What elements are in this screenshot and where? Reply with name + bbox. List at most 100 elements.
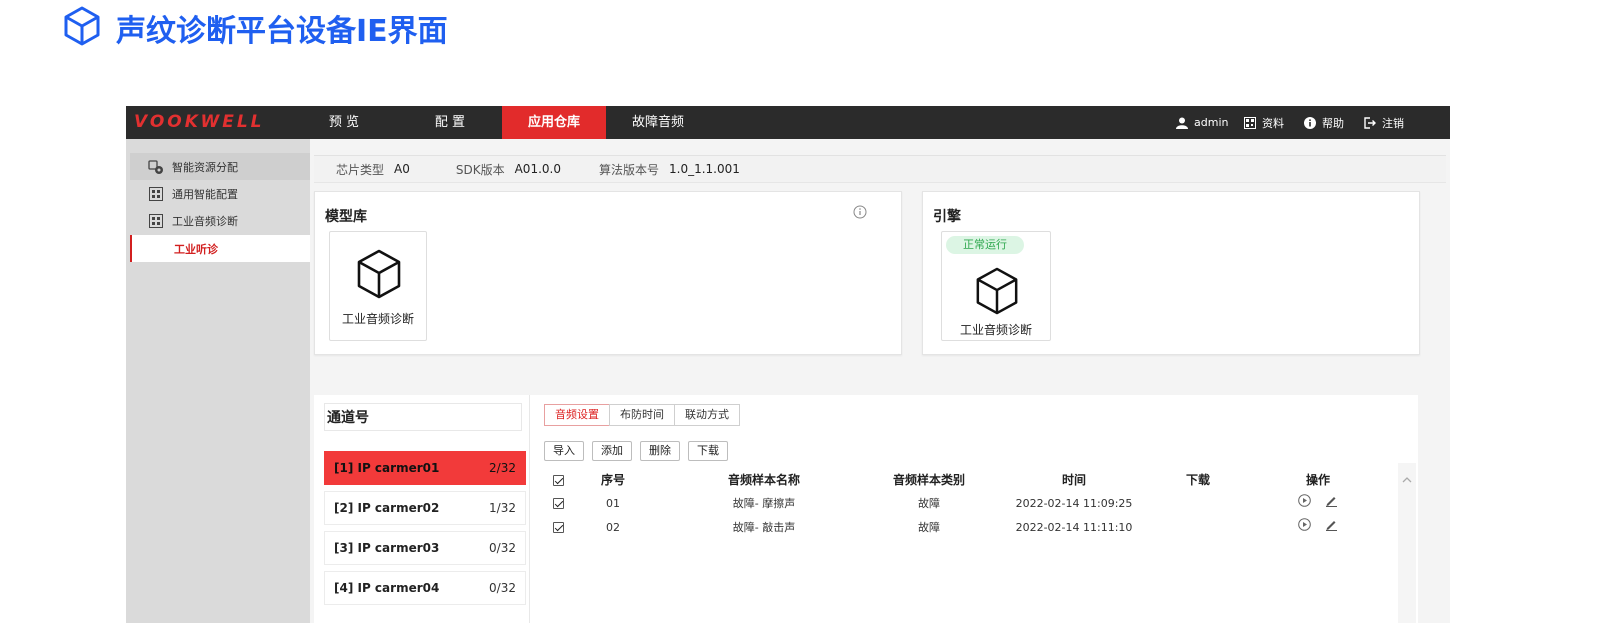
edit-icon[interactable]: [1325, 493, 1338, 515]
delete-button[interactable]: 删除: [640, 441, 680, 461]
sidebar-item-resource[interactable]: 智能资源分配: [130, 153, 310, 180]
engine-title: 引擎: [933, 209, 961, 225]
brand-logo: VOOKWELL: [134, 112, 265, 132]
channel-name: [3] IP carmer03: [334, 541, 440, 555]
sidebar-item-label: 通用智能配置: [172, 187, 238, 201]
logout-link[interactable]: 注销: [1364, 106, 1404, 139]
page-title: 声纹诊断平台设备IE界面: [116, 14, 448, 49]
sdk-version-label: SDK版本: [455, 162, 505, 177]
table-scrollbar[interactable]: [1398, 463, 1416, 623]
tab-audio-settings[interactable]: 音频设置: [544, 404, 610, 426]
logout-icon: [1364, 116, 1376, 129]
table-header: 序号 音频样本名称 音频样本类别 时间 下载 操作: [544, 469, 1416, 491]
channel-item-2[interactable]: [2] IP carmer02 1/32: [324, 491, 526, 525]
audio-tabs: 音频设置 布防时间 联动方式: [544, 404, 740, 426]
col-sample-name: 音频样本名称: [727, 473, 800, 487]
user-name: admin: [1194, 116, 1229, 129]
row-sample-name: 故障- 摩擦声: [732, 497, 796, 510]
chip-type-label: 芯片类型: [336, 162, 385, 177]
channel-count: 0/32: [489, 581, 516, 595]
chip-type-value: A0: [394, 162, 410, 176]
page-header: 声纹诊断平台设备IE界面: [62, 6, 448, 50]
status-badge: 正常运行: [946, 236, 1024, 254]
sidebar-item-label: 工业音频诊断: [172, 214, 238, 228]
row-time: 2022-02-14 11:09:25: [1015, 497, 1133, 510]
tab-linkage[interactable]: 联动方式: [674, 404, 740, 426]
channel-count: 1/32: [489, 501, 516, 515]
row-sample-type: 故障: [918, 521, 940, 534]
play-icon[interactable]: [1298, 517, 1311, 539]
tab-arming-time[interactable]: 布防时间: [609, 404, 675, 426]
nav-config[interactable]: 配 置: [416, 106, 484, 139]
top-nav: VOOKWELL 预 览 配 置 应用仓库 故障音频 admin 资料 帮助 注…: [126, 106, 1450, 139]
device-info-bar: 芯片类型 A0 SDK版本 A01.0.0 算法版本号 1.0_1.1.001: [314, 155, 1446, 183]
channel-item-4[interactable]: [4] IP carmer04 0/32: [324, 571, 526, 605]
audio-toolbar: 导入 添加 删除 下载: [544, 441, 728, 461]
edit-icon[interactable]: [1325, 517, 1338, 539]
main-content: 芯片类型 A0 SDK版本 A01.0.0 算法版本号 1.0_1.1.001 …: [310, 139, 1450, 623]
cube-icon: [355, 248, 403, 304]
import-button[interactable]: 导入: [544, 441, 584, 461]
row-no: 01: [606, 497, 620, 510]
help-label: 帮助: [1322, 116, 1344, 130]
docs-link[interactable]: 资料: [1244, 106, 1284, 139]
row-checkbox[interactable]: [550, 517, 566, 539]
sidebar-item-industrial-auscultation[interactable]: 工业听诊: [130, 235, 310, 262]
info-circle-icon[interactable]: [853, 204, 867, 223]
row-time: 2022-02-14 11:11:10: [1015, 521, 1133, 534]
qr-icon: [1244, 116, 1256, 129]
grid-icon: [148, 213, 164, 229]
channel-count: 0/32: [489, 541, 516, 555]
sidebar: 智能资源分配 通用智能配置 工业音频诊断 工业听诊: [126, 139, 310, 623]
channel-name: [1] IP carmer01: [334, 461, 440, 475]
engine-card-label: 工业音频诊断: [959, 323, 1032, 337]
channel-panel: 通道号 [1] IP carmer01 2/32 [2] IP carmer02…: [314, 395, 530, 623]
grid-icon: [148, 186, 164, 202]
table-row: 02 故障- 敲击声 故障 2022-02-14 11:11:10: [544, 517, 1416, 539]
model-card-label: 工业音频诊断: [341, 312, 414, 326]
col-download: 下载: [1185, 473, 1210, 487]
channel-title: 通道号: [324, 403, 522, 431]
table-row: 01 故障- 摩擦声 故障 2022-02-14 11:09:25: [544, 493, 1416, 515]
nav-fault-audio[interactable]: 故障音频: [622, 106, 694, 139]
nav-app-store[interactable]: 应用仓库: [502, 106, 606, 139]
model-card[interactable]: 工业音频诊断: [329, 231, 427, 341]
play-icon[interactable]: [1298, 493, 1311, 515]
cube-icon: [62, 5, 102, 51]
algo-version-label: 算法版本号: [598, 162, 659, 177]
resource-icon: [148, 159, 164, 175]
help-link[interactable]: 帮助: [1304, 106, 1344, 139]
engine-card[interactable]: 正常运行 工业音频诊断: [941, 231, 1051, 341]
add-button[interactable]: 添加: [592, 441, 632, 461]
channel-item-3[interactable]: [3] IP carmer03 0/32: [324, 531, 526, 565]
user-icon: [1176, 117, 1188, 129]
channel-count: 2/32: [489, 461, 516, 475]
model-library-title: 模型库: [325, 209, 367, 225]
select-all-checkbox[interactable]: [550, 469, 566, 491]
info-icon: [1304, 116, 1316, 129]
row-sample-name: 故障- 敲击声: [732, 521, 796, 534]
row-actions: [1288, 517, 1348, 539]
audio-settings-panel: 音频设置 布防时间 联动方式 导入 添加 删除 下载 序号 音频样本名称 音频样…: [530, 395, 1418, 623]
channel-name: [4] IP carmer04: [334, 581, 440, 595]
chevron-up-icon[interactable]: [1402, 469, 1412, 488]
sidebar-item-label: 智能资源分配: [172, 160, 238, 174]
channel-name: [2] IP carmer02: [334, 501, 440, 515]
user-menu[interactable]: admin: [1176, 106, 1228, 139]
col-time: 时间: [1061, 473, 1086, 487]
channel-item-1[interactable]: [1] IP carmer01 2/32: [324, 451, 526, 485]
download-button[interactable]: 下载: [688, 441, 728, 461]
logout-label: 注销: [1382, 116, 1404, 130]
sidebar-item-industrial-audio[interactable]: 工业音频诊断: [130, 207, 310, 234]
sidebar-item-general-config[interactable]: 通用智能配置: [130, 180, 310, 207]
col-actions: 操作: [1305, 473, 1330, 487]
docs-label: 资料: [1262, 116, 1284, 130]
row-no: 02: [606, 521, 620, 534]
nav-preview[interactable]: 预 览: [310, 106, 378, 139]
algo-version-value: 1.0_1.1.001: [669, 162, 740, 176]
col-no: 序号: [600, 473, 625, 487]
col-sample-type: 音频样本类别: [892, 473, 965, 487]
row-checkbox[interactable]: [550, 493, 566, 515]
sdk-version-value: A01.0.0: [514, 162, 561, 176]
engine-panel: 引擎 正常运行 工业音频诊断: [922, 191, 1420, 355]
